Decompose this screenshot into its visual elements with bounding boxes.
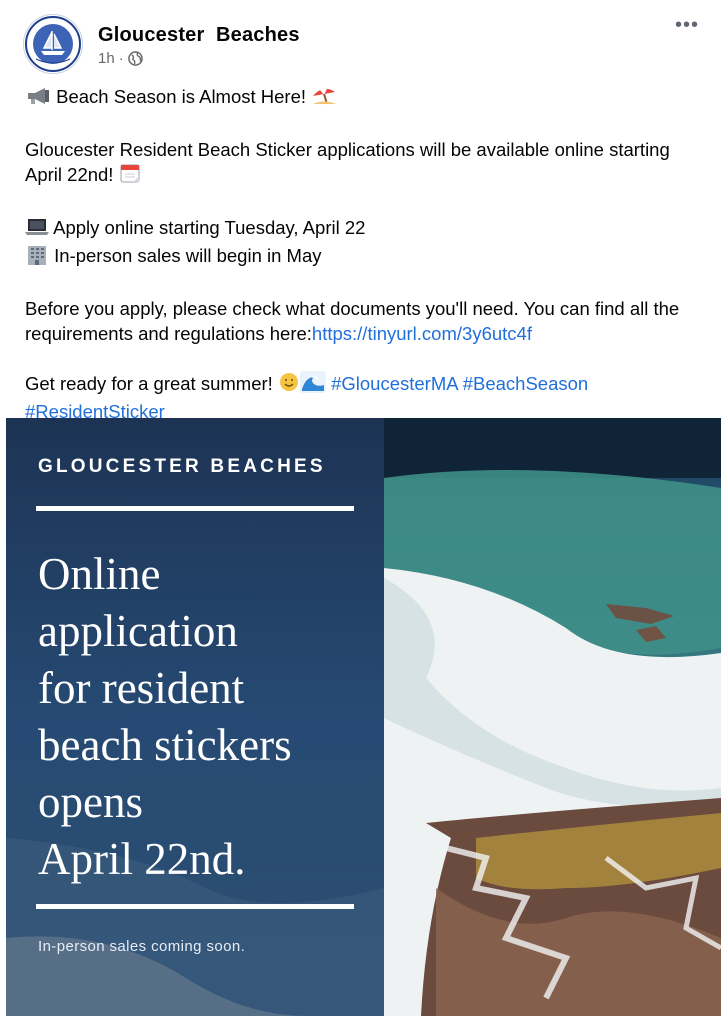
image-divider-top (36, 506, 354, 511)
post-meta: 1h · (98, 50, 143, 67)
image-text-panel: GLOUCESTER BEACHES Online application fo… (6, 418, 386, 1016)
beach-umbrella-icon (311, 84, 337, 112)
hashtag-gloucesterma[interactable]: #GloucesterMA (331, 373, 457, 394)
wave-icon (299, 371, 326, 399)
globe-icon (127, 51, 143, 66)
megaphone-icon (25, 86, 51, 112)
hashtag-beachseason[interactable]: #BeachSeason (463, 373, 589, 394)
post-image[interactable]: GLOUCESTER BEACHES Online application fo… (6, 418, 721, 1016)
image-divider-bottom (36, 904, 354, 909)
more-options-icon[interactable]: ••• (675, 14, 699, 37)
meta-separator: · (118, 50, 124, 67)
post-time[interactable]: 1h (98, 50, 115, 67)
requirements-link[interactable]: https://tinyurl.com/3y6utc4f (312, 323, 532, 344)
office-building-icon (25, 245, 49, 271)
image-headline: Online application for resident beach st… (38, 549, 292, 884)
image-subtext: In-person sales coming soon. (38, 938, 246, 955)
post-line-3: Apply online starting Tuesday, April 22 (53, 217, 366, 238)
post-line-1: Beach Season is Almost Here! (56, 86, 307, 107)
laptop-icon (25, 217, 49, 243)
calendar-icon (119, 162, 141, 190)
sun-face-icon (278, 371, 300, 399)
post-line-6: Get ready for a great summer! (25, 373, 273, 394)
image-brand-title: GLOUCESTER BEACHES (38, 456, 326, 477)
page-avatar[interactable] (23, 14, 83, 74)
page-name[interactable]: Gloucester Beaches (98, 24, 300, 47)
gloucester-seal-icon (25, 16, 81, 72)
post-header: Gloucester Beaches 1h · ••• (0, 0, 727, 80)
post-line-4: In-person sales will begin in May (54, 245, 322, 266)
post-body: Beach Season is Almost Here! Gloucester … (25, 84, 705, 424)
